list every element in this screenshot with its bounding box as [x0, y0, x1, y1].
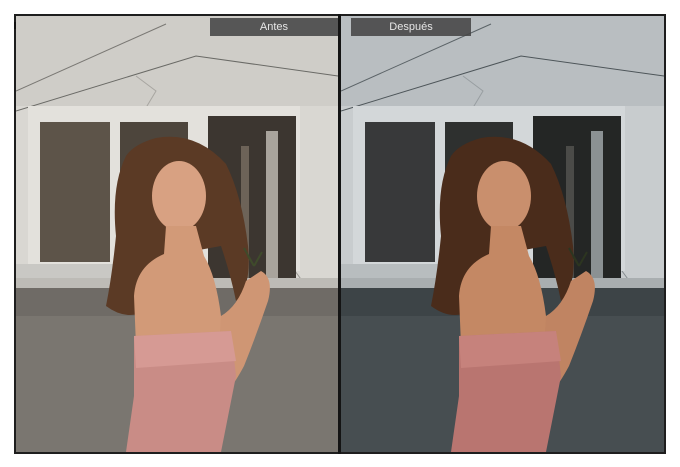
after-label: Después — [351, 18, 471, 36]
before-after-viewer: Antes Después — [14, 14, 666, 454]
before-photo — [16, 16, 338, 452]
before-label: Antes — [210, 18, 338, 36]
after-photo — [341, 16, 664, 452]
after-image-panel[interactable]: Después — [341, 16, 664, 452]
before-image-panel[interactable]: Antes — [16, 16, 338, 452]
